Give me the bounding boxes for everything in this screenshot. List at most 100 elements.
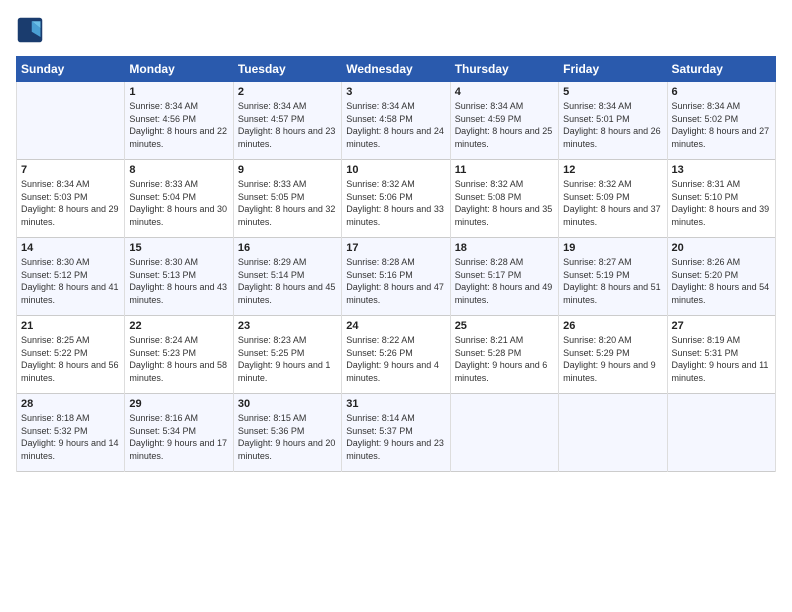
day-header-monday: Monday xyxy=(125,57,233,82)
calendar-cell: 24 Sunrise: 8:22 AMSunset: 5:26 PMDayligh… xyxy=(342,316,450,394)
day-number: 8 xyxy=(129,164,228,176)
day-number: 12 xyxy=(563,164,662,176)
calendar-cell: 3 Sunrise: 8:34 AMSunset: 4:58 PMDaylight… xyxy=(342,82,450,160)
calendar-week-2: 7Sunrise: 8:34 AMSunset: 5:03 PMDaylight… xyxy=(17,160,776,238)
day-number: 23 xyxy=(238,320,337,332)
day-info: Sunrise: 8:24 AMSunset: 5:23 PMDaylight:… xyxy=(129,334,228,384)
header xyxy=(16,16,776,44)
calendar-cell: 16 Sunrise: 8:29 AMSunset: 5:14 PMDayligh… xyxy=(233,238,341,316)
day-info: Sunrise: 8:14 AMSunset: 5:37 PMDaylight:… xyxy=(346,412,445,462)
day-number: 9 xyxy=(238,164,337,176)
day-number: 6 xyxy=(672,86,771,98)
day-number: 24 xyxy=(346,320,445,332)
day-number: 13 xyxy=(672,164,771,176)
day-number: 28 xyxy=(21,398,120,410)
day-info: Sunrise: 8:33 AMSunset: 5:05 PMDaylight:… xyxy=(238,178,337,228)
calendar-cell: 10 Sunrise: 8:32 AMSunset: 5:06 PMDayligh… xyxy=(342,160,450,238)
calendar-cell xyxy=(17,82,125,160)
day-info: Sunrise: 8:20 AMSunset: 5:29 PMDaylight:… xyxy=(563,334,662,384)
day-number: 30 xyxy=(238,398,337,410)
day-info: Sunrise: 8:27 AMSunset: 5:19 PMDaylight:… xyxy=(563,256,662,306)
day-number: 10 xyxy=(346,164,445,176)
calendar-cell: 12Sunrise: 8:32 AMSunset: 5:09 PMDayligh… xyxy=(559,160,667,238)
day-number: 29 xyxy=(129,398,228,410)
day-info: Sunrise: 8:25 AMSunset: 5:22 PMDaylight:… xyxy=(21,334,120,384)
day-info: Sunrise: 8:21 AMSunset: 5:28 PMDaylight:… xyxy=(455,334,554,384)
calendar-week-3: 14Sunrise: 8:30 AMSunset: 5:12 PMDayligh… xyxy=(17,238,776,316)
calendar-cell xyxy=(450,394,558,472)
day-number: 1 xyxy=(129,86,228,98)
calendar-cell: 14Sunrise: 8:30 AMSunset: 5:12 PMDayligh… xyxy=(17,238,125,316)
day-number: 20 xyxy=(672,242,771,254)
day-number: 4 xyxy=(455,86,554,98)
day-number: 25 xyxy=(455,320,554,332)
day-number: 31 xyxy=(346,398,445,410)
day-info: Sunrise: 8:34 AMSunset: 4:57 PMDaylight:… xyxy=(238,100,337,150)
calendar-header: SundayMondayTuesdayWednesdayThursdayFrid… xyxy=(17,57,776,82)
day-header-sunday: Sunday xyxy=(17,57,125,82)
day-info: Sunrise: 8:34 AMSunset: 5:03 PMDaylight:… xyxy=(21,178,120,228)
calendar-week-5: 28Sunrise: 8:18 AMSunset: 5:32 PMDayligh… xyxy=(17,394,776,472)
page-container: SundayMondayTuesdayWednesdayThursdayFrid… xyxy=(0,0,792,480)
calendar-cell: 15 Sunrise: 8:30 AMSunset: 5:13 PMDayligh… xyxy=(125,238,233,316)
day-info: Sunrise: 8:34 AMSunset: 4:58 PMDaylight:… xyxy=(346,100,445,150)
calendar-cell: 1 Sunrise: 8:34 AMSunset: 4:56 PMDaylight… xyxy=(125,82,233,160)
day-info: Sunrise: 8:28 AMSunset: 5:16 PMDaylight:… xyxy=(346,256,445,306)
day-number: 5 xyxy=(563,86,662,98)
calendar-cell: 11 Sunrise: 8:32 AMSunset: 5:08 PMDayligh… xyxy=(450,160,558,238)
calendar-cell: 21 Sunrise: 8:25 AMSunset: 5:22 PMDayligh… xyxy=(17,316,125,394)
calendar-cell: 19 Sunrise: 8:27 AMSunset: 5:19 PMDayligh… xyxy=(559,238,667,316)
calendar-cell xyxy=(559,394,667,472)
calendar-cell: 25 Sunrise: 8:21 AMSunset: 5:28 PMDayligh… xyxy=(450,316,558,394)
day-number: 19 xyxy=(563,242,662,254)
calendar-cell: 2 Sunrise: 8:34 AMSunset: 4:57 PMDaylight… xyxy=(233,82,341,160)
calendar-cell: 5 Sunrise: 8:34 AMSunset: 5:01 PMDaylight… xyxy=(559,82,667,160)
day-number: 17 xyxy=(346,242,445,254)
logo xyxy=(16,16,48,44)
day-info: Sunrise: 8:31 AMSunset: 5:10 PMDaylight:… xyxy=(672,178,771,228)
day-number: 22 xyxy=(129,320,228,332)
day-info: Sunrise: 8:15 AMSunset: 5:36 PMDaylight:… xyxy=(238,412,337,462)
day-info: Sunrise: 8:34 AMSunset: 5:01 PMDaylight:… xyxy=(563,100,662,150)
calendar-week-1: 1 Sunrise: 8:34 AMSunset: 4:56 PMDaylight… xyxy=(17,82,776,160)
day-number: 26 xyxy=(563,320,662,332)
calendar-cell: 18 Sunrise: 8:28 AMSunset: 5:17 PMDayligh… xyxy=(450,238,558,316)
day-info: Sunrise: 8:30 AMSunset: 5:13 PMDaylight:… xyxy=(129,256,228,306)
day-header-friday: Friday xyxy=(559,57,667,82)
day-header-saturday: Saturday xyxy=(667,57,775,82)
calendar-cell: 17 Sunrise: 8:28 AMSunset: 5:16 PMDayligh… xyxy=(342,238,450,316)
day-info: Sunrise: 8:29 AMSunset: 5:14 PMDaylight:… xyxy=(238,256,337,306)
day-number: 2 xyxy=(238,86,337,98)
calendar-cell xyxy=(667,394,775,472)
calendar-cell: 28Sunrise: 8:18 AMSunset: 5:32 PMDayligh… xyxy=(17,394,125,472)
day-info: Sunrise: 8:34 AMSunset: 4:59 PMDaylight:… xyxy=(455,100,554,150)
calendar-cell: 22 Sunrise: 8:24 AMSunset: 5:23 PMDayligh… xyxy=(125,316,233,394)
day-number: 11 xyxy=(455,164,554,176)
day-info: Sunrise: 8:19 AMSunset: 5:31 PMDaylight:… xyxy=(672,334,771,384)
calendar-cell: 20 Sunrise: 8:26 AMSunset: 5:20 PMDayligh… xyxy=(667,238,775,316)
day-number: 15 xyxy=(129,242,228,254)
day-header-thursday: Thursday xyxy=(450,57,558,82)
day-info: Sunrise: 8:23 AMSunset: 5:25 PMDaylight:… xyxy=(238,334,337,384)
calendar-cell: 6Sunrise: 8:34 AMSunset: 5:02 PMDaylight… xyxy=(667,82,775,160)
calendar-cell: 30 Sunrise: 8:15 AMSunset: 5:36 PMDayligh… xyxy=(233,394,341,472)
day-info: Sunrise: 8:22 AMSunset: 5:26 PMDaylight:… xyxy=(346,334,445,384)
day-info: Sunrise: 8:28 AMSunset: 5:17 PMDaylight:… xyxy=(455,256,554,306)
day-number: 18 xyxy=(455,242,554,254)
day-info: Sunrise: 8:32 AMSunset: 5:06 PMDaylight:… xyxy=(346,178,445,228)
calendar-cell: 7Sunrise: 8:34 AMSunset: 5:03 PMDaylight… xyxy=(17,160,125,238)
day-info: Sunrise: 8:34 AMSunset: 4:56 PMDaylight:… xyxy=(129,100,228,150)
calendar-cell: 31 Sunrise: 8:14 AMSunset: 5:37 PMDayligh… xyxy=(342,394,450,472)
calendar-cell: 27 Sunrise: 8:19 AMSunset: 5:31 PMDayligh… xyxy=(667,316,775,394)
calendar-cell: 26 Sunrise: 8:20 AMSunset: 5:29 PMDayligh… xyxy=(559,316,667,394)
calendar-week-4: 21 Sunrise: 8:25 AMSunset: 5:22 PMDayligh… xyxy=(17,316,776,394)
day-number: 21 xyxy=(21,320,120,332)
day-info: Sunrise: 8:16 AMSunset: 5:34 PMDaylight:… xyxy=(129,412,228,462)
day-number: 3 xyxy=(346,86,445,98)
day-number: 16 xyxy=(238,242,337,254)
logo-icon xyxy=(16,16,44,44)
day-info: Sunrise: 8:30 AMSunset: 5:12 PMDaylight:… xyxy=(21,256,120,306)
day-number: 27 xyxy=(672,320,771,332)
day-info: Sunrise: 8:26 AMSunset: 5:20 PMDaylight:… xyxy=(672,256,771,306)
day-info: Sunrise: 8:32 AMSunset: 5:08 PMDaylight:… xyxy=(455,178,554,228)
